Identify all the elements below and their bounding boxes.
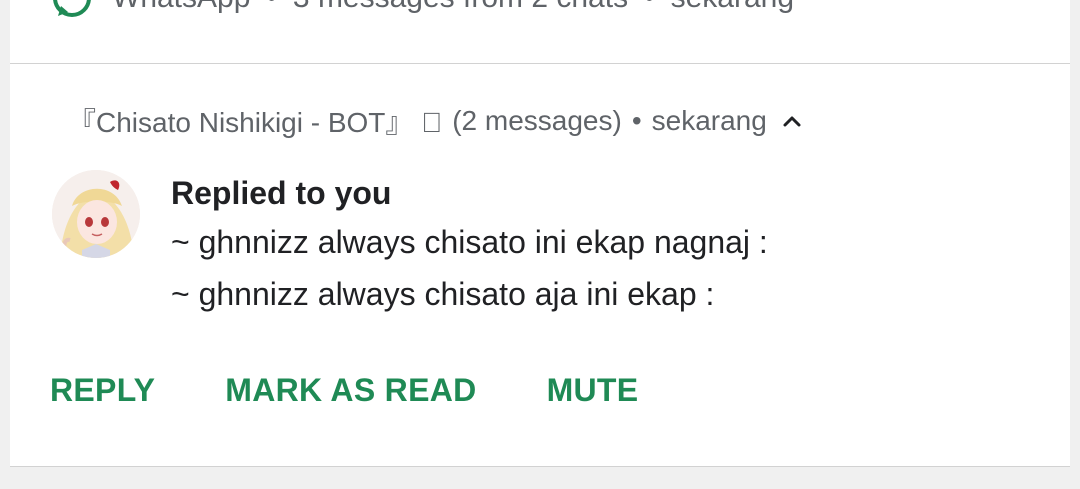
whatsapp-icon	[53, 0, 91, 17]
conversation-time: sekarang	[651, 105, 767, 136]
notification-actions: REPLY MARK AS READ MUTE	[50, 372, 708, 409]
avatar	[52, 170, 140, 258]
separator-dot: •	[266, 0, 277, 15]
app-name: WhatsApp	[112, 0, 250, 15]
mark-as-read-button[interactable]: MARK AS READ	[225, 372, 476, 409]
mute-button[interactable]: MUTE	[547, 372, 639, 409]
summary-text: 3 messages from 2 chats	[293, 0, 628, 15]
message-line: ~ ghnnizz always chisato aja ini ekap :	[171, 276, 715, 312]
chevron-up-icon[interactable]	[781, 110, 803, 132]
reply-button[interactable]: REPLY	[50, 372, 155, 409]
conversation-header[interactable]: 『Chisato Nishikigi - BOT』 ⃟ (2 messages)…	[68, 101, 803, 141]
conversation-title: 『Chisato Nishikigi - BOT』 ⃟	[68, 107, 443, 138]
message-count: (2 messages)	[452, 105, 622, 136]
separator-dot: •	[644, 0, 655, 15]
conversation-notification[interactable]: 『Chisato Nishikigi - BOT』 ⃟ (2 messages)…	[10, 64, 1070, 467]
anime-avatar-image	[52, 170, 140, 258]
notification-shade: WhatsApp • 3 messages from 2 chats • sek…	[0, 0, 1080, 489]
whatsapp-summary-notification[interactable]: WhatsApp • 3 messages from 2 chats • sek…	[10, 0, 1070, 64]
summary-time: sekarang	[671, 0, 794, 15]
message-line: ~ ghnnizz always chisato ini ekap nagnaj…	[171, 224, 768, 260]
app-header: WhatsApp • 3 messages from 2 chats • sek…	[50, 0, 794, 18]
separator-dot: •	[631, 105, 642, 136]
message-title: Replied to you	[171, 175, 392, 211]
